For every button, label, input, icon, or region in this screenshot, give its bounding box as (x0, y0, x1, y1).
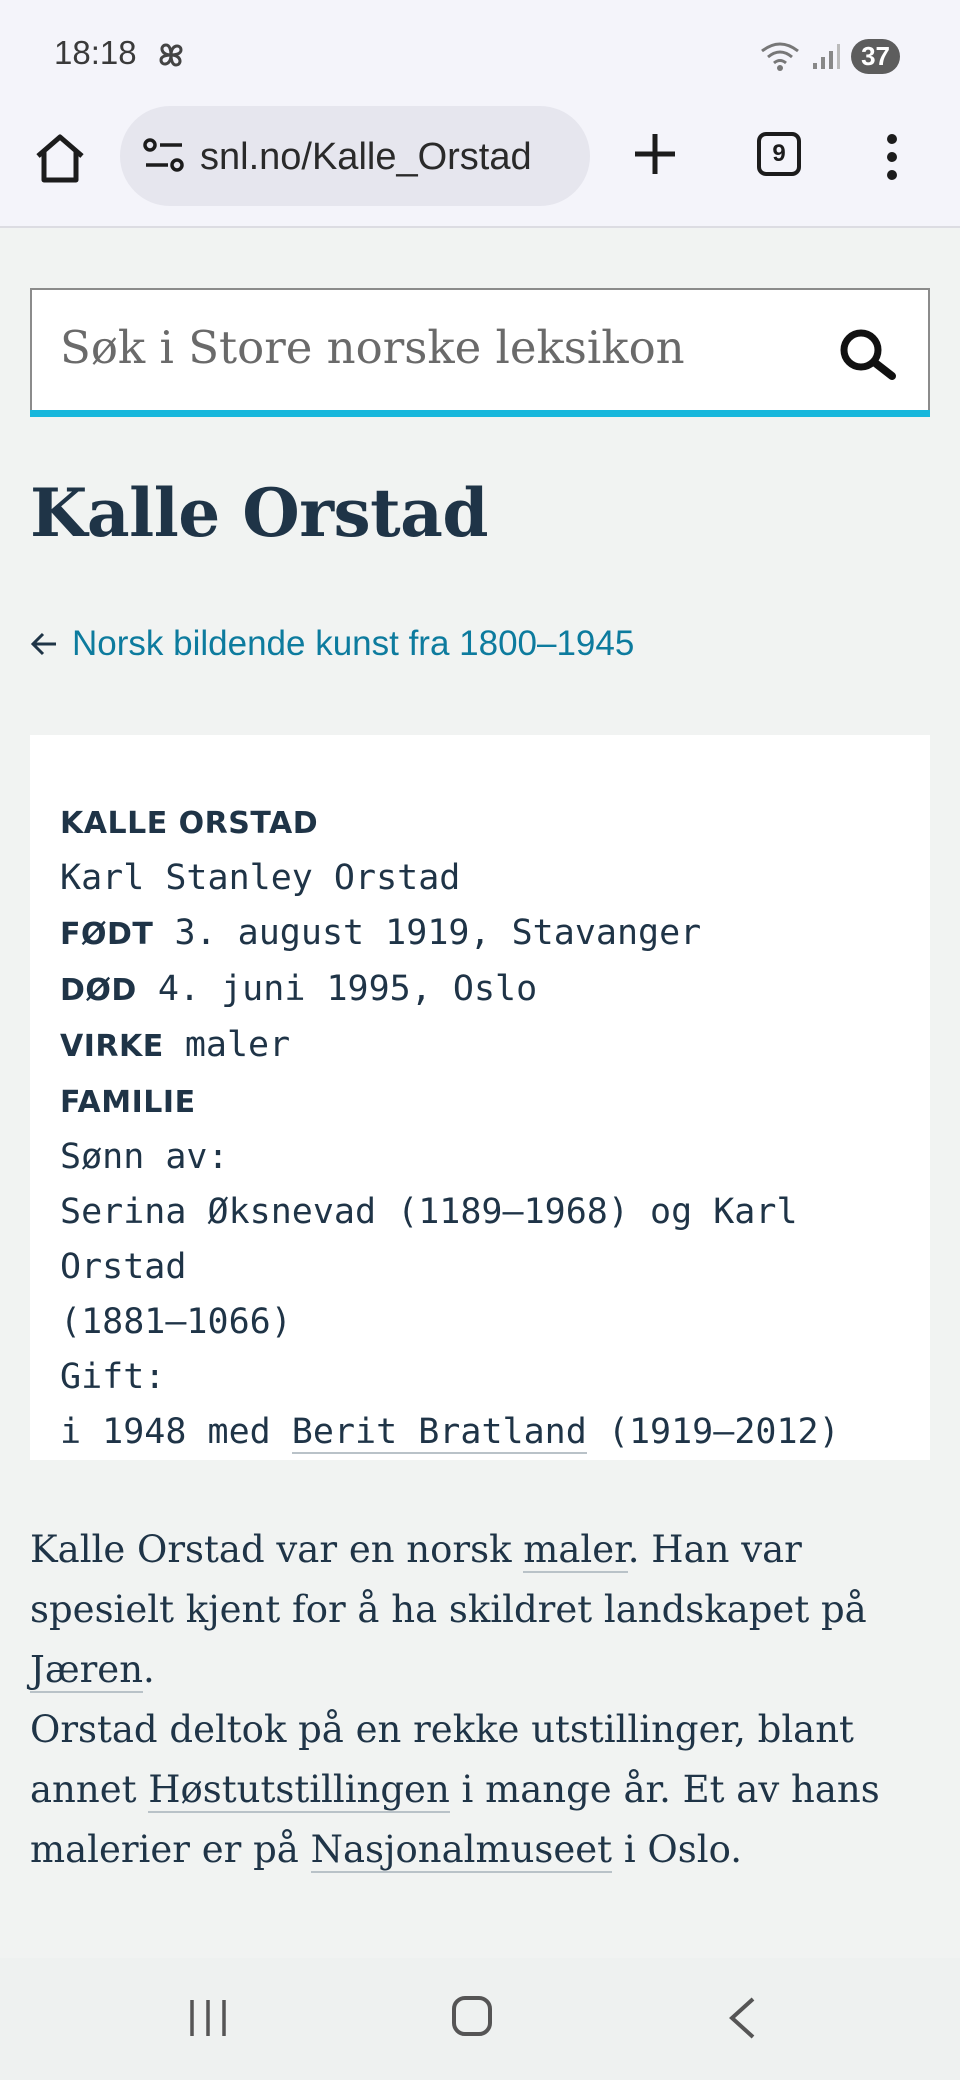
status-bar: 18:18 37 (0, 0, 960, 96)
nav-home-icon[interactable] (452, 1996, 492, 2036)
breadcrumb-label: Norsk bildende kunst fra 1800–1945 (72, 624, 635, 663)
fact-parents-line1: Serina Øksnevad (1189–1968) og Karl Orst… (60, 1192, 798, 1287)
fact-spouse-years: (1919–2012) (607, 1412, 840, 1452)
recent-apps-icon[interactable] (188, 1998, 228, 2038)
fact-married-prefix: i 1948 med (60, 1412, 271, 1452)
spouse-link[interactable]: Berit Bratland (291, 1412, 587, 1454)
wifi-icon (761, 42, 799, 71)
fact-died-value: 4. juni 1995, Oslo (157, 969, 538, 1009)
paragraph-text: i Oslo. (623, 1828, 742, 1871)
link-maler[interactable]: maler (523, 1528, 628, 1573)
system-nav-bar (0, 1958, 960, 2080)
tab-switcher-button[interactable]: 9 (757, 132, 801, 176)
more-options-icon[interactable] (880, 132, 904, 182)
breadcrumb-back-link[interactable]: Norsk bildende kunst fra 1800–1945 (30, 624, 634, 664)
url-text: snl.no/Kalle_Orstad (200, 136, 532, 178)
paragraph-text: . (143, 1648, 155, 1691)
search-focus-underline (30, 410, 930, 417)
search-box (30, 288, 930, 416)
fact-parents-line2: (1881–1066) (60, 1302, 292, 1342)
search-input[interactable] (60, 312, 820, 382)
search-icon[interactable] (836, 326, 898, 382)
home-icon[interactable] (30, 128, 90, 188)
page-title: Kalle Orstad (30, 474, 489, 552)
system-icons: 37 (759, 36, 900, 76)
signal-icon (813, 44, 841, 69)
link-jaeren[interactable]: Jæren (30, 1648, 144, 1693)
paragraph-1: Kalle Orstad var en norsk maler. Han var… (30, 1520, 935, 1700)
fact-married-label: Gift: (60, 1357, 166, 1397)
battery-indicator: 37 (851, 38, 900, 74)
fact-box: KALLE ORSTAD Karl Stanley Orstad FØDT 3.… (30, 735, 930, 1460)
fact-name-label: KALLE ORSTAD (60, 806, 319, 841)
new-tab-icon[interactable] (625, 124, 685, 184)
status-time: 18:18 (54, 34, 137, 71)
paragraph-2: Orstad deltok på en rekke utstillinger, … (30, 1700, 935, 1880)
fact-occupation-label: VIRKE (60, 1029, 164, 1064)
fact-family-label: FAMILIE (60, 1085, 196, 1120)
fact-full-name: Karl Stanley Orstad (60, 858, 461, 898)
fact-born-label: FØDT (60, 917, 154, 952)
nav-back-icon[interactable] (727, 1996, 757, 2040)
arrow-left-icon (30, 632, 56, 656)
link-hostutstillingen[interactable]: Høstutstillingen (148, 1768, 450, 1813)
fact-born-value: 3. august 1919, Stavanger (174, 913, 702, 953)
fact-died-label: DØD (60, 973, 137, 1008)
pinwheel-icon (159, 43, 183, 67)
link-nasjonalmuseet[interactable]: Nasjonalmuseet (310, 1828, 613, 1873)
site-settings-icon[interactable] (142, 136, 186, 176)
browser-toolbar: snl.no/Kalle_Orstad 9 (0, 96, 960, 228)
paragraph-text: Kalle Orstad var en norsk (30, 1528, 512, 1571)
fact-son-of-label: Sønn av: (60, 1137, 229, 1177)
fact-occupation-value: maler (184, 1025, 291, 1065)
address-bar[interactable]: snl.no/Kalle_Orstad (120, 106, 590, 206)
